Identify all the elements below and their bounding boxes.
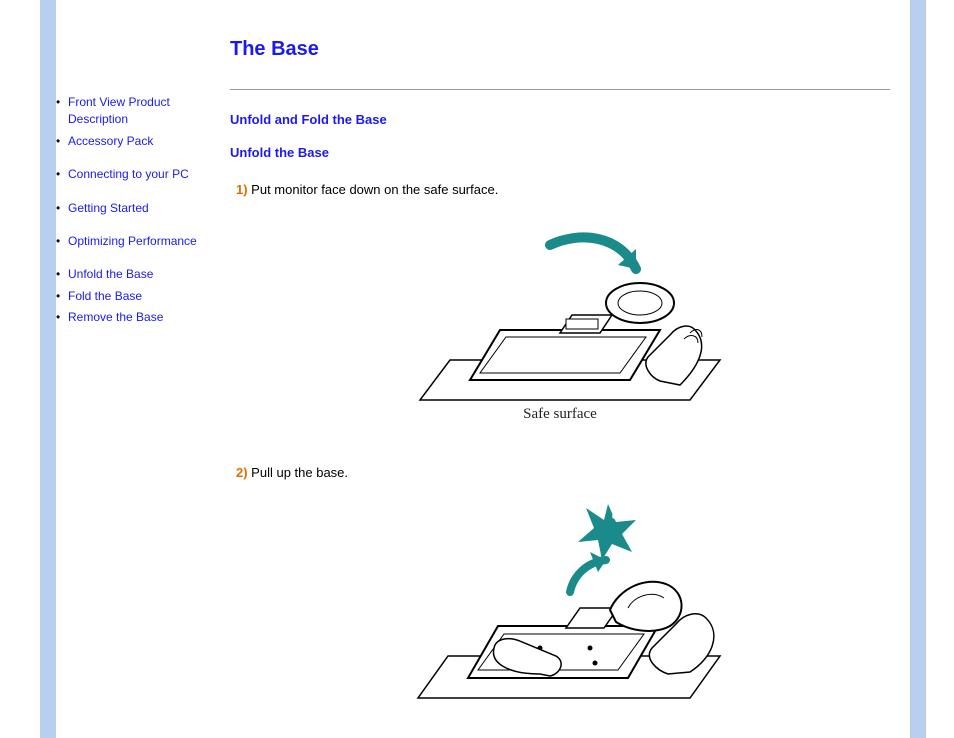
- sidebar-nav: • Front View Product Description • Acces…: [56, 0, 220, 738]
- nav-group: • Front View Product Description • Acces…: [56, 92, 220, 152]
- click-label: click: [612, 506, 642, 524]
- right-margin: [926, 0, 954, 738]
- bullet-icon: •: [56, 94, 68, 111]
- nav-item-front-view[interactable]: • Front View Product Description: [56, 92, 220, 131]
- nav-group: • Connecting to your PC: [56, 164, 220, 185]
- nav-link-label: Connecting to your PC: [68, 166, 189, 183]
- step-1: 1) Put monitor face down on the safe sur…: [230, 182, 890, 197]
- left-accent-bar: [40, 0, 56, 738]
- nav-group: • Getting Started: [56, 198, 220, 219]
- bullet-icon: •: [56, 200, 68, 217]
- step-text: Put monitor face down on the safe surfac…: [248, 182, 499, 197]
- nav-item-connecting-pc[interactable]: • Connecting to your PC: [56, 164, 220, 185]
- figure-caption: Safe surface: [523, 406, 597, 423]
- right-accent-bar: [910, 0, 926, 738]
- nav-item-optimizing[interactable]: • Optimizing Performance: [56, 231, 220, 252]
- bullet-icon: •: [56, 288, 68, 305]
- nav-link-label: Remove the Base: [68, 309, 163, 326]
- left-margin: [0, 0, 40, 738]
- main-content: The Base Unfold and Fold the Base Unfold…: [220, 0, 910, 738]
- page-title: The Base: [230, 38, 890, 61]
- bullet-icon: •: [56, 133, 68, 150]
- nav-item-remove-base[interactable]: • Remove the Base: [56, 307, 220, 328]
- nav-link-label: Unfold the Base: [68, 266, 153, 283]
- bullet-icon: •: [56, 166, 68, 183]
- page-container: • Front View Product Description • Acces…: [0, 0, 954, 738]
- nav-link-label: Optimizing Performance: [68, 233, 197, 250]
- figure-1: Safe surface: [390, 215, 730, 425]
- nav-item-fold-base[interactable]: • Fold the Base: [56, 286, 220, 307]
- nav-item-getting-started[interactable]: • Getting Started: [56, 198, 220, 219]
- bullet-icon: •: [56, 233, 68, 250]
- nav-item-accessory-pack[interactable]: • Accessory Pack: [56, 131, 220, 152]
- bullet-icon: •: [56, 309, 68, 326]
- nav-link-label: Fold the Base: [68, 288, 142, 305]
- nav-link-label: Front View Product Description: [68, 94, 220, 129]
- nav-link-label: Accessory Pack: [68, 133, 153, 150]
- subsection-heading: Unfold the Base: [230, 145, 890, 160]
- bullet-icon: •: [56, 266, 68, 283]
- nav-group: • Unfold the Base • Fold the Base • Remo…: [56, 264, 220, 328]
- nav-link-label: Getting Started: [68, 200, 149, 217]
- step-text: Pull up the base.: [248, 465, 348, 480]
- nav-group: • Optimizing Performance: [56, 231, 220, 252]
- nav-item-unfold-base[interactable]: • Unfold the Base: [56, 264, 220, 285]
- divider: [230, 89, 890, 90]
- step-2: 2) Pull up the base.: [230, 465, 890, 480]
- step-number: 1): [236, 182, 248, 197]
- illustration-monitor-face-down: [390, 215, 730, 425]
- section-heading: Unfold and Fold the Base: [230, 112, 890, 127]
- figure-2: click: [390, 498, 730, 708]
- step-number: 2): [236, 465, 248, 480]
- illustration-pull-up-base: [390, 498, 730, 708]
